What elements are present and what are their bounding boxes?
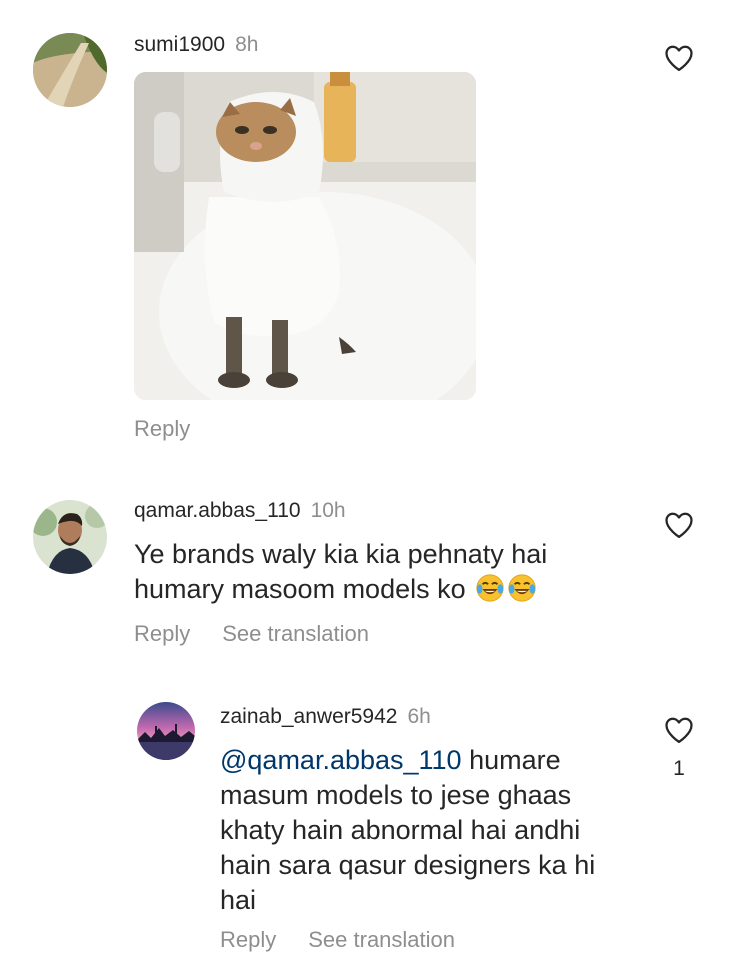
comment-text-line: Ye brands waly kia kia pehnaty hai <box>134 539 548 569</box>
reply-button[interactable]: Reply <box>220 927 276 953</box>
comment-text-line: humary masoom models ko <box>134 572 634 607</box>
comment-text-line: hain sara qasur designers ka hi <box>220 850 596 880</box>
see-translation-button[interactable]: See translation <box>222 621 369 647</box>
timestamp: 10h <box>310 499 346 522</box>
comment-actions: Reply <box>134 416 190 442</box>
comment-text-line: hai <box>220 885 257 915</box>
mention-link[interactable]: @qamar.abbas_110 <box>220 745 462 775</box>
username[interactable]: zainab_anwer5942 <box>220 705 397 728</box>
avatar[interactable] <box>33 33 107 107</box>
avatar[interactable] <box>137 702 195 760</box>
comment-text: @qamar.abbas_110 humare masum models to … <box>220 743 640 918</box>
reply-zainab: zainab_anwer5942 6h @qamar.abbas_110 huma… <box>0 680 740 980</box>
avatar-image <box>33 33 107 107</box>
comment-text-line: @qamar.abbas_110 humare <box>220 745 561 775</box>
tears-of-joy-emoji-icon <box>508 574 536 602</box>
username[interactable]: qamar.abbas_110 <box>134 499 301 522</box>
tears-of-joy-emoji-icon <box>476 574 504 602</box>
avatar-image <box>137 702 195 760</box>
comment-actions: Reply See translation <box>134 621 369 647</box>
reply-button[interactable]: Reply <box>134 621 190 647</box>
avatar[interactable] <box>33 500 107 574</box>
like-heart-icon[interactable] <box>664 44 694 72</box>
comment-text-line: masum models to jese ghaas <box>220 780 572 810</box>
comment-actions: Reply See translation <box>220 927 455 953</box>
comment-text: Ye brands waly kia kia pehnaty hai humar… <box>134 537 634 607</box>
comment-text-line: khaty hain abnormal hai andhi <box>220 815 581 845</box>
timestamp: 6h <box>407 705 431 728</box>
reply-button[interactable]: Reply <box>134 416 190 442</box>
username[interactable]: sumi1900 <box>134 33 225 56</box>
see-translation-button[interactable]: See translation <box>308 927 455 953</box>
comment-qamar: qamar.abbas_110 10h Ye brands waly kia ki… <box>0 460 740 680</box>
comment-meta: zainab_anwer5942 6h <box>220 705 431 729</box>
comment-sumi1900: sumi1900 8h Reply <box>0 0 740 460</box>
cat-in-towel-photo <box>134 72 476 400</box>
comment-meta: sumi1900 8h <box>134 33 258 57</box>
like-count: 1 <box>673 757 685 780</box>
comment-media[interactable] <box>134 72 476 400</box>
like-heart-icon[interactable] <box>664 511 694 539</box>
avatar-image <box>33 500 107 574</box>
like-heart-icon[interactable] <box>664 716 694 744</box>
comment-meta: qamar.abbas_110 10h <box>134 499 346 523</box>
timestamp: 8h <box>235 33 259 56</box>
